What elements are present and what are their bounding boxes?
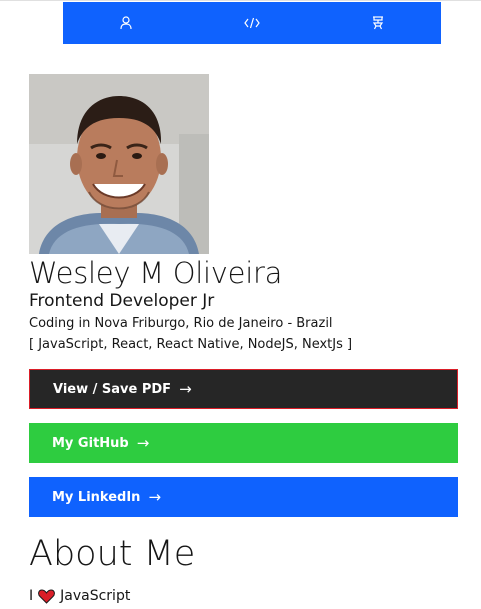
arrow-right-icon: → bbox=[136, 434, 150, 452]
nav-item-profile[interactable] bbox=[106, 2, 146, 44]
linkedin-label: My LinkedIn bbox=[52, 489, 141, 505]
profile-location: Coding in Nova Friburgo, Rio de Janeiro … bbox=[29, 316, 333, 331]
love-prefix: I bbox=[29, 588, 34, 604]
view-pdf-button[interactable]: View / Save PDF → bbox=[29, 369, 458, 409]
view-pdf-label: View / Save PDF bbox=[53, 381, 172, 397]
arrow-right-icon: → bbox=[148, 488, 162, 506]
profile-photo bbox=[29, 74, 209, 254]
linkedin-button[interactable]: My LinkedIn → bbox=[29, 477, 458, 517]
top-navbar bbox=[63, 2, 441, 44]
top-rule bbox=[0, 0, 481, 1]
heart-icon bbox=[38, 588, 56, 604]
profile-skills: [ JavaScript, React, React Native, NodeJ… bbox=[29, 337, 353, 352]
arrow-right-icon: → bbox=[179, 380, 192, 398]
github-button[interactable]: My GitHub → bbox=[29, 423, 458, 463]
code-icon bbox=[244, 17, 260, 29]
nav-item-education[interactable] bbox=[358, 2, 398, 44]
about-love-line: I JavaScript bbox=[29, 587, 130, 605]
education-icon bbox=[372, 16, 384, 30]
profile-name: Wesley M Oliveira bbox=[29, 256, 283, 290]
about-heading: About Me bbox=[29, 534, 196, 574]
love-subject: JavaScript bbox=[60, 588, 131, 604]
github-label: My GitHub bbox=[52, 435, 129, 451]
nav-item-code[interactable] bbox=[232, 2, 272, 44]
user-icon bbox=[120, 16, 132, 30]
profile-role: Frontend Developer Jr bbox=[29, 291, 215, 311]
